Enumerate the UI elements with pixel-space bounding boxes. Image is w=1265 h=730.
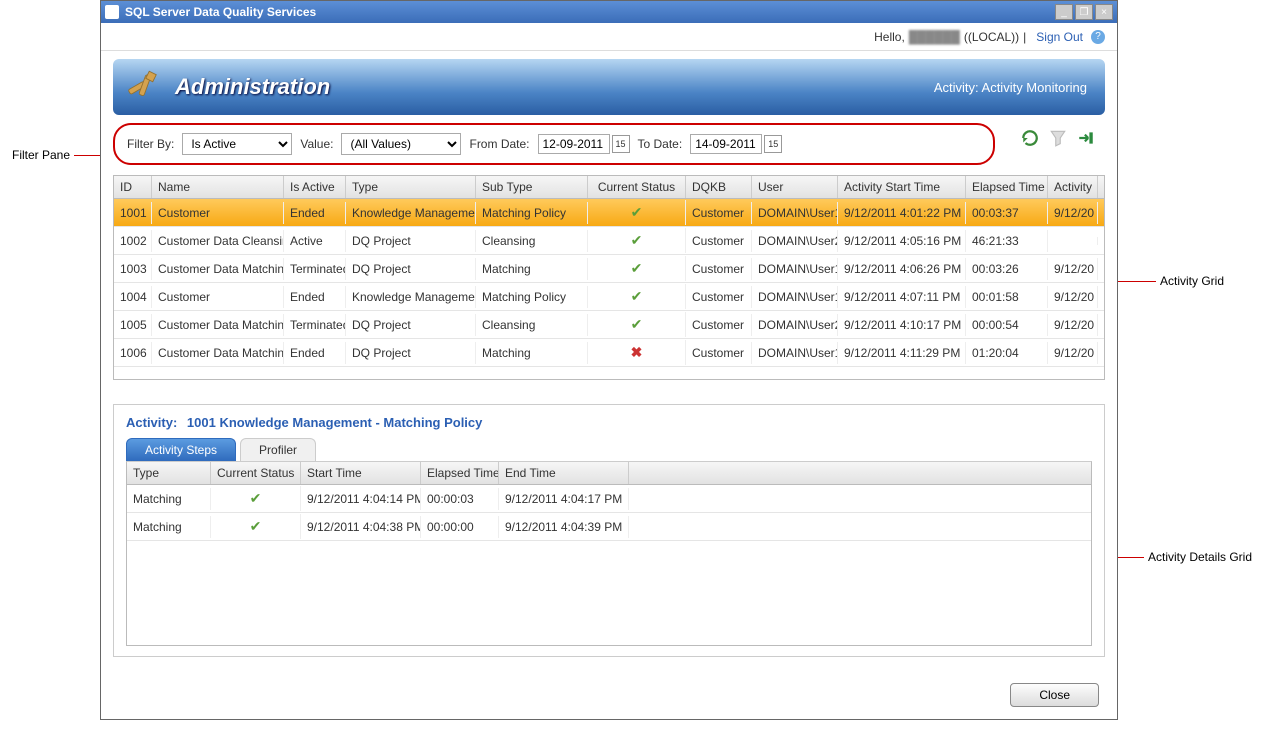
minimize-button[interactable]: _ bbox=[1055, 4, 1073, 20]
check-icon: ✔ bbox=[631, 288, 643, 304]
check-icon: ✔ bbox=[250, 518, 262, 534]
page-title: Administration bbox=[175, 74, 330, 100]
annotation-filter-pane: Filter Pane bbox=[12, 148, 70, 162]
check-icon: ✔ bbox=[631, 316, 643, 332]
dcol-start[interactable]: Start Time bbox=[301, 462, 421, 484]
col-activity[interactable]: Activity bbox=[1048, 176, 1098, 198]
col-sub-type[interactable]: Sub Type bbox=[476, 176, 588, 198]
main-window: SQL Server Data Quality Services _ ❐ × H… bbox=[100, 0, 1118, 720]
cross-icon: ✖ bbox=[631, 344, 643, 360]
restore-button[interactable]: ❐ bbox=[1075, 4, 1093, 20]
table-row[interactable]: 1006Customer Data MatchingEndedDQ Projec… bbox=[114, 339, 1104, 367]
activity-grid-header: ID Name Is Active Type Sub Type Current … bbox=[114, 176, 1104, 199]
check-icon: ✔ bbox=[631, 232, 643, 248]
check-icon: ✔ bbox=[631, 204, 643, 220]
to-date-input[interactable] bbox=[690, 134, 762, 154]
username-blurred: ██████ bbox=[909, 30, 960, 44]
col-name[interactable]: Name bbox=[152, 176, 284, 198]
titlebar[interactable]: SQL Server Data Quality Services _ ❐ × bbox=[101, 1, 1117, 23]
export-icon[interactable] bbox=[1077, 129, 1095, 147]
close-button[interactable]: Close bbox=[1010, 683, 1099, 707]
col-start-time[interactable]: Activity Start Time bbox=[838, 176, 966, 198]
dcol-elapsed[interactable]: Elapsed Time bbox=[421, 462, 499, 484]
col-user[interactable]: User bbox=[752, 176, 838, 198]
dcol-end[interactable]: End Time bbox=[499, 462, 629, 484]
server-local: ((LOCAL)) bbox=[964, 30, 1019, 44]
value-select[interactable]: (All Values) bbox=[341, 133, 461, 155]
col-id[interactable]: ID bbox=[114, 176, 152, 198]
table-row[interactable]: 1004CustomerEndedKnowledge ManagementMat… bbox=[114, 283, 1104, 311]
topbar: Hello, ██████ ((LOCAL)) | Sign Out ? bbox=[101, 23, 1117, 51]
tab-profiler[interactable]: Profiler bbox=[240, 438, 316, 461]
check-icon: ✔ bbox=[631, 260, 643, 276]
clear-filter-icon[interactable] bbox=[1049, 129, 1067, 147]
from-date-label: From Date: bbox=[469, 137, 529, 151]
activity-heading-label: Activity: bbox=[126, 415, 177, 430]
table-row[interactable]: 1005Customer Data MatchingTerminatedDQ P… bbox=[114, 311, 1104, 339]
col-type[interactable]: Type bbox=[346, 176, 476, 198]
filter-by-label: Filter By: bbox=[127, 137, 174, 151]
table-row[interactable]: Matching✔9/12/2011 4:04:38 PM00:00:009/1… bbox=[127, 513, 1091, 541]
close-window-button[interactable]: × bbox=[1095, 4, 1113, 20]
activity-details-panel: Activity: 1001 Knowledge Management - Ma… bbox=[113, 404, 1105, 657]
value-label: Value: bbox=[300, 137, 333, 151]
details-tabs: Activity Steps Profiler bbox=[126, 438, 1092, 461]
sign-out-link[interactable]: Sign Out bbox=[1036, 30, 1083, 44]
table-row[interactable]: 1002Customer Data CleansingActiveDQ Proj… bbox=[114, 227, 1104, 255]
col-is-active[interactable]: Is Active bbox=[284, 176, 346, 198]
app-icon bbox=[105, 5, 119, 19]
dcol-type[interactable]: Type bbox=[127, 462, 211, 484]
from-date-input[interactable] bbox=[538, 134, 610, 154]
activity-heading-value: 1001 Knowledge Management - Matching Pol… bbox=[187, 415, 482, 430]
annotation-activity-grid: Activity Grid bbox=[1160, 274, 1224, 288]
table-row[interactable]: Matching✔9/12/2011 4:04:14 PM00:00:039/1… bbox=[127, 485, 1091, 513]
to-date-label: To Date: bbox=[638, 137, 683, 151]
filter-pane: Filter By: Is Active Value: (All Values)… bbox=[113, 123, 995, 165]
col-dqkb[interactable]: DQKB bbox=[686, 176, 752, 198]
admin-tools-icon bbox=[123, 66, 165, 108]
header-banner: Administration Activity: Activity Monito… bbox=[113, 59, 1105, 115]
tab-activity-steps[interactable]: Activity Steps bbox=[126, 438, 236, 461]
check-icon: ✔ bbox=[250, 490, 262, 506]
activity-grid: ID Name Is Active Type Sub Type Current … bbox=[113, 175, 1105, 380]
footer: Close bbox=[101, 671, 1117, 719]
filter-by-select[interactable]: Is Active bbox=[182, 133, 292, 155]
breadcrumb: Activity: Activity Monitoring bbox=[934, 80, 1087, 95]
dcol-status[interactable]: Current Status bbox=[211, 462, 301, 484]
col-elapsed[interactable]: Elapsed Time bbox=[966, 176, 1048, 198]
calendar-icon[interactable]: 15 bbox=[612, 135, 630, 153]
table-row[interactable]: 1003Customer Data MatchingTerminatedDQ P… bbox=[114, 255, 1104, 283]
hello-label: Hello, bbox=[874, 30, 905, 44]
calendar-icon[interactable]: 15 bbox=[764, 135, 782, 153]
window-title: SQL Server Data Quality Services bbox=[125, 5, 1055, 19]
activity-details-grid: Type Current Status Start Time Elapsed T… bbox=[126, 461, 1092, 646]
grid-toolbar bbox=[1021, 129, 1095, 147]
col-current-status[interactable]: Current Status bbox=[588, 176, 686, 198]
table-row[interactable]: 1001CustomerEndedKnowledge ManagementMat… bbox=[114, 199, 1104, 227]
annotation-activity-details: Activity Details Grid bbox=[1148, 550, 1252, 564]
help-icon[interactable]: ? bbox=[1091, 30, 1105, 44]
refresh-icon[interactable] bbox=[1021, 129, 1039, 147]
